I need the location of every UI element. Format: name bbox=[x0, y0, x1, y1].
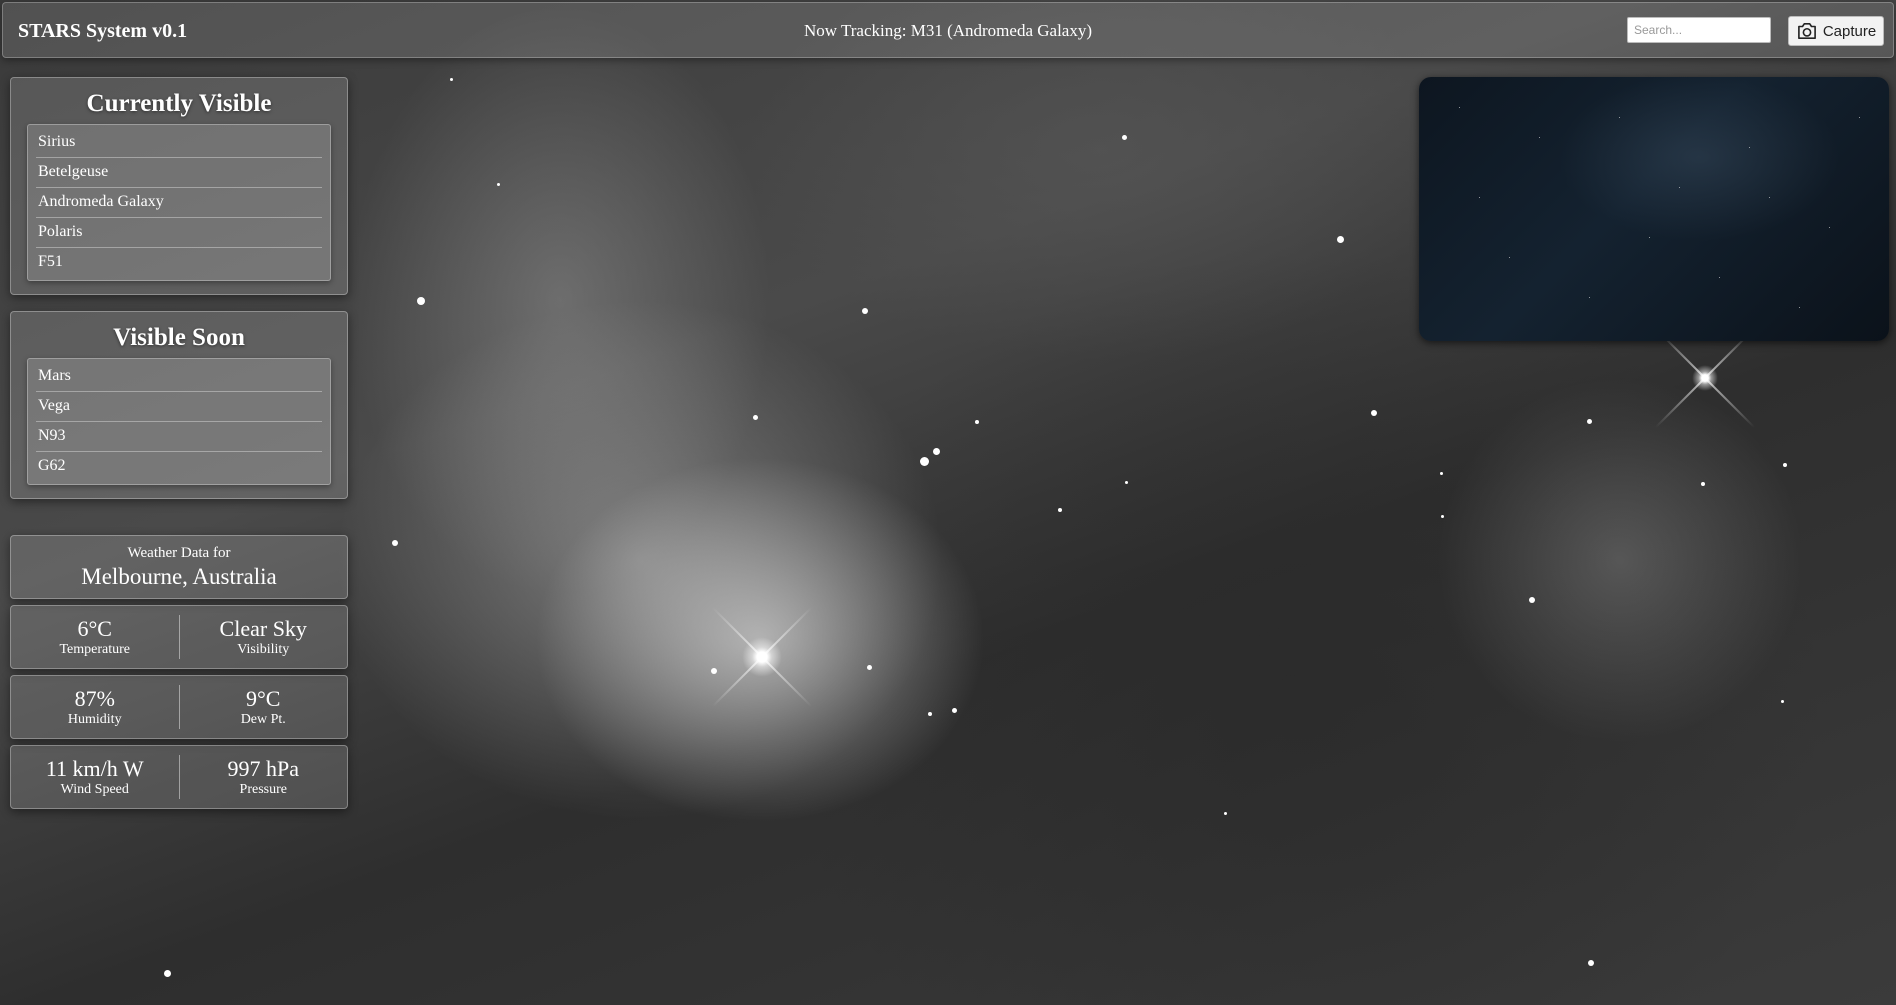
star bbox=[392, 540, 398, 546]
metric-value: 11 km/h W bbox=[45, 755, 144, 781]
capture-button-label: Capture bbox=[1822, 22, 1877, 40]
star bbox=[1125, 481, 1128, 484]
app-title: STARS System v0.1 bbox=[18, 20, 188, 42]
bright-star bbox=[742, 637, 782, 677]
star bbox=[1783, 463, 1787, 467]
star bbox=[933, 448, 940, 455]
star bbox=[867, 665, 872, 670]
metric-label: Temperature bbox=[59, 641, 131, 657]
star bbox=[928, 712, 932, 716]
weather-row-humidity: 87% Humidity 9°C Dew Pt. bbox=[10, 675, 348, 739]
sky-star bbox=[1539, 137, 1540, 138]
list-item[interactable]: F51 bbox=[36, 248, 322, 277]
star bbox=[753, 415, 758, 420]
sky-star bbox=[1719, 277, 1720, 278]
metric-label: Visibility bbox=[237, 641, 290, 657]
bright-star bbox=[1692, 365, 1718, 391]
sky-star bbox=[1509, 257, 1510, 258]
star bbox=[1058, 508, 1062, 512]
visible-soon-list: Mars Vega N93 G62 bbox=[27, 358, 331, 485]
star bbox=[417, 297, 425, 305]
list-item[interactable]: Sirius bbox=[36, 128, 322, 158]
wind-speed-metric: 11 km/h W Wind Speed bbox=[11, 755, 179, 798]
tracking-status: Now Tracking: M31 (Andromeda Galaxy) bbox=[803, 21, 1092, 40]
list-item[interactable]: N93 bbox=[36, 422, 322, 452]
star bbox=[164, 970, 171, 977]
sky-star bbox=[1799, 307, 1800, 308]
weather-location-panel: Weather Data for Melbourne, Australia bbox=[10, 535, 348, 599]
metric-value: 9°C bbox=[246, 685, 281, 711]
camera-icon bbox=[1797, 22, 1816, 40]
search-input[interactable] bbox=[1627, 17, 1771, 43]
star bbox=[920, 457, 929, 466]
metric-label: Dew Pt. bbox=[240, 711, 286, 727]
currently-visible-list: Sirius Betelgeuse Andromeda Galaxy Polar… bbox=[27, 124, 331, 281]
weather-row-temperature: 6°C Temperature Clear Sky Visibility bbox=[10, 605, 348, 669]
star bbox=[1781, 700, 1784, 703]
temperature-metric: 6°C Temperature bbox=[11, 615, 179, 658]
list-item[interactable]: Betelgeuse bbox=[36, 158, 322, 188]
metric-value: Clear Sky bbox=[219, 615, 307, 641]
metric-label: Humidity bbox=[67, 711, 122, 727]
star bbox=[711, 668, 717, 674]
list-item[interactable]: G62 bbox=[36, 452, 322, 481]
panel-title: Visible Soon bbox=[113, 324, 245, 351]
currently-visible-panel: Currently Visible Sirius Betelgeuse Andr… bbox=[10, 77, 348, 295]
capture-button[interactable]: Capture bbox=[1788, 16, 1884, 46]
star bbox=[1588, 960, 1594, 966]
star bbox=[1371, 410, 1377, 416]
dew-point-metric: 9°C Dew Pt. bbox=[180, 685, 348, 728]
sky-star bbox=[1479, 197, 1480, 198]
star bbox=[1224, 812, 1227, 815]
top-bar: STARS System v0.1 Now Tracking: M31 (And… bbox=[2, 2, 1894, 58]
list-item[interactable]: Andromeda Galaxy bbox=[36, 188, 322, 218]
weather-location: Melbourne, Australia bbox=[81, 564, 277, 589]
sky-star bbox=[1829, 227, 1830, 228]
star bbox=[1701, 482, 1705, 486]
star bbox=[1337, 236, 1344, 243]
sky-star bbox=[1749, 147, 1750, 148]
visible-soon-panel: Visible Soon Mars Vega N93 G62 bbox=[10, 311, 348, 499]
star bbox=[952, 708, 957, 713]
star bbox=[1122, 135, 1127, 140]
star bbox=[1529, 597, 1535, 603]
weather-heading: Weather Data for bbox=[127, 545, 231, 561]
metric-value: 997 hPa bbox=[227, 755, 300, 781]
star bbox=[1441, 515, 1444, 518]
star bbox=[1440, 472, 1443, 475]
sky-star bbox=[1589, 297, 1590, 298]
sky-star bbox=[1859, 117, 1860, 118]
metric-label: Pressure bbox=[239, 781, 287, 797]
star bbox=[975, 420, 979, 424]
panel-title: Currently Visible bbox=[86, 90, 272, 117]
star bbox=[1587, 419, 1592, 424]
metric-value: 6°C bbox=[77, 615, 112, 641]
sky-star bbox=[1649, 237, 1650, 238]
star bbox=[497, 183, 500, 186]
sky-star bbox=[1459, 107, 1460, 108]
metric-label: Wind Speed bbox=[60, 781, 129, 797]
list-item[interactable]: Vega bbox=[36, 392, 322, 422]
list-item[interactable]: Mars bbox=[36, 362, 322, 392]
star bbox=[450, 78, 453, 81]
star bbox=[862, 308, 868, 314]
weather-row-wind: 11 km/h W Wind Speed 997 hPa Pressure bbox=[10, 745, 348, 809]
sky-star bbox=[1769, 197, 1770, 198]
humidity-metric: 87% Humidity bbox=[11, 685, 179, 728]
sky-star bbox=[1679, 187, 1680, 188]
sky-view-preview[interactable] bbox=[1419, 77, 1889, 341]
list-item[interactable]: Polaris bbox=[36, 218, 322, 248]
visibility-metric: Clear Sky Visibility bbox=[180, 615, 348, 658]
sky-star bbox=[1619, 117, 1620, 118]
pressure-metric: 997 hPa Pressure bbox=[180, 755, 348, 798]
metric-value: 87% bbox=[74, 685, 115, 711]
